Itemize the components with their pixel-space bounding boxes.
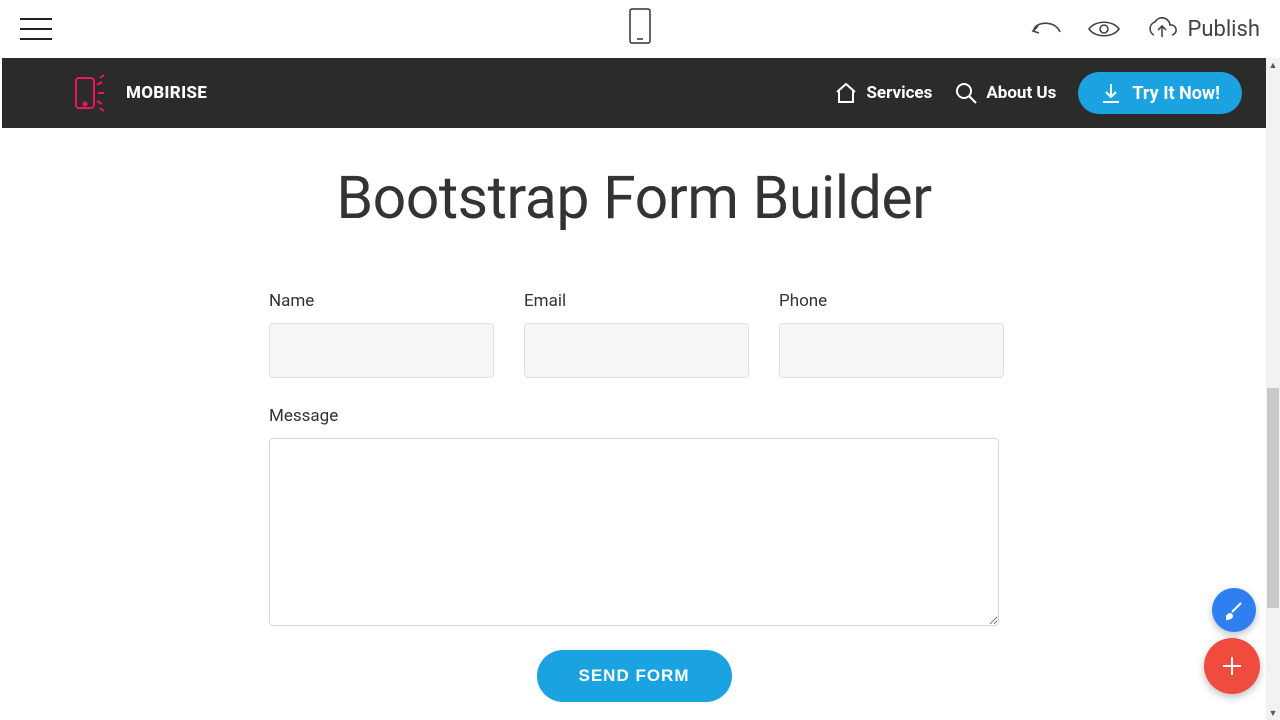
submit-button[interactable]: SEND FORM [537,650,732,702]
brand[interactable]: MOBIRISE [72,73,207,113]
menu-button[interactable] [20,18,52,40]
magnifier-icon [954,81,978,105]
scroll-up-icon[interactable]: ▲ [1266,58,1280,72]
eye-icon [1087,18,1121,40]
name-input[interactable] [269,323,494,378]
undo-button[interactable] [1029,19,1063,39]
undo-icon [1029,19,1063,39]
brand-logo-icon [72,73,116,113]
nav-item-services[interactable]: Services [834,82,932,104]
plus-icon [1219,653,1245,679]
add-block-fab[interactable] [1204,638,1260,694]
theme-fab[interactable] [1212,588,1256,632]
nav-item-label: About Us [986,83,1056,103]
field-name: Name [269,291,494,378]
phone-icon [629,29,651,48]
brand-name: MOBIRISE [126,83,207,103]
contact-form: Name Email Phone Message SEND FORM [269,291,999,702]
name-label: Name [269,291,494,311]
device-preview-button[interactable] [629,8,651,48]
phone-label: Phone [779,291,1004,311]
cta-label: Try It Now! [1132,83,1220,104]
brush-icon [1223,599,1245,621]
page-title: Bootstrap Form Builder [2,164,1266,233]
phone-input[interactable] [779,323,1004,378]
message-label: Message [269,406,999,426]
canvas: MOBIRISE Services [2,58,1266,720]
field-phone: Phone [779,291,1004,378]
cloud-upload-icon [1145,17,1179,41]
download-icon [1100,82,1122,104]
cta-button[interactable]: Try It Now! [1078,72,1242,114]
canvas-wrap: MOBIRISE Services [0,58,1280,720]
scrollbar[interactable]: ▲ ▼ [1266,58,1280,720]
app-toolbar: Publish [0,0,1280,58]
scrollbar-thumb[interactable] [1267,388,1279,608]
site-navbar: MOBIRISE Services [2,58,1266,128]
nav-item-label: Services [866,83,932,103]
home-icon [834,82,858,104]
message-textarea[interactable] [269,438,999,626]
email-input[interactable] [524,323,749,378]
publish-button[interactable]: Publish [1145,17,1260,42]
field-message: Message [269,406,999,626]
nav-item-about[interactable]: About Us [954,81,1056,105]
field-email: Email [524,291,749,378]
preview-button[interactable] [1087,18,1121,40]
scroll-down-icon[interactable]: ▼ [1266,706,1280,720]
email-label: Email [524,291,749,311]
publish-label: Publish [1187,17,1260,42]
